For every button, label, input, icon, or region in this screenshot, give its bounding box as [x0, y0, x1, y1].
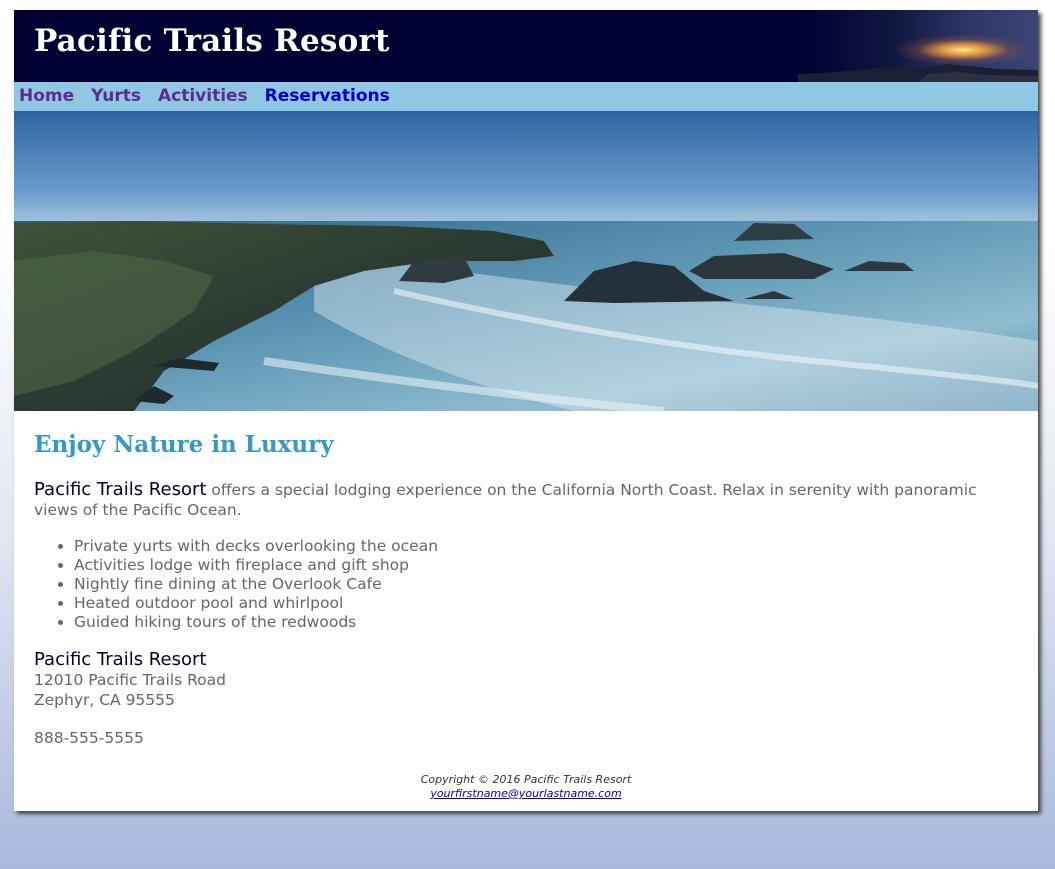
nav-link-home[interactable]: Home	[19, 82, 74, 111]
hero-coastline-image	[14, 111, 1038, 411]
list-item: Private yurts with decks overlooking the…	[74, 537, 1018, 556]
main-nav: Home Yurts Activities Reservations	[14, 82, 1038, 111]
nav-link-reservations[interactable]: Reservations	[265, 82, 390, 111]
contact-info: Pacific Trails Resort 12010 Pacific Trai…	[34, 649, 1018, 710]
coast-silhouette	[798, 64, 1038, 82]
contact-name: Pacific Trails Resort	[34, 649, 207, 670]
site-header: Pacific Trails Resort	[14, 10, 1038, 82]
contact-city: Zephyr, CA 95555	[34, 690, 175, 709]
list-item: Guided hiking tours of the redwoods	[74, 613, 1018, 632]
main-heading: Enjoy Nature in Luxury	[34, 431, 334, 458]
contact-street: 12010 Pacific Trails Road	[34, 671, 226, 689]
nav-link-yurts[interactable]: Yurts	[91, 82, 141, 111]
site-footer: Copyright © 2016 Pacific Trails Resort y…	[14, 773, 1038, 801]
intro-paragraph: Pacific Trails Resort offers a special l…	[34, 480, 1018, 520]
list-item: Nightly fine dining at the Overlook Cafe	[74, 575, 1018, 594]
page-wrapper: Pacific Trails Resort Home Yurts Activit…	[14, 10, 1038, 811]
list-item: Activities lodge with fireplace and gift…	[74, 556, 1018, 575]
sunset-image	[798, 10, 1038, 82]
site-title: Pacific Trails Resort	[34, 23, 390, 59]
list-item: Heated outdoor pool and whirlpool	[74, 594, 1018, 613]
nav-link-activities[interactable]: Activities	[158, 82, 248, 111]
main-content: Enjoy Nature in Luxury Pacific Trails Re…	[14, 431, 1038, 747]
features-list: Private yurts with decks overlooking the…	[34, 537, 1018, 632]
copyright-text: Copyright © 2016 Pacific Trails Resort	[420, 773, 632, 786]
intro-brand-name: Pacific Trails Resort	[34, 479, 207, 500]
footer-email-link[interactable]: yourfirstname@yourlastname.com	[430, 787, 621, 800]
contact-phone: 888-555-5555	[34, 729, 144, 747]
